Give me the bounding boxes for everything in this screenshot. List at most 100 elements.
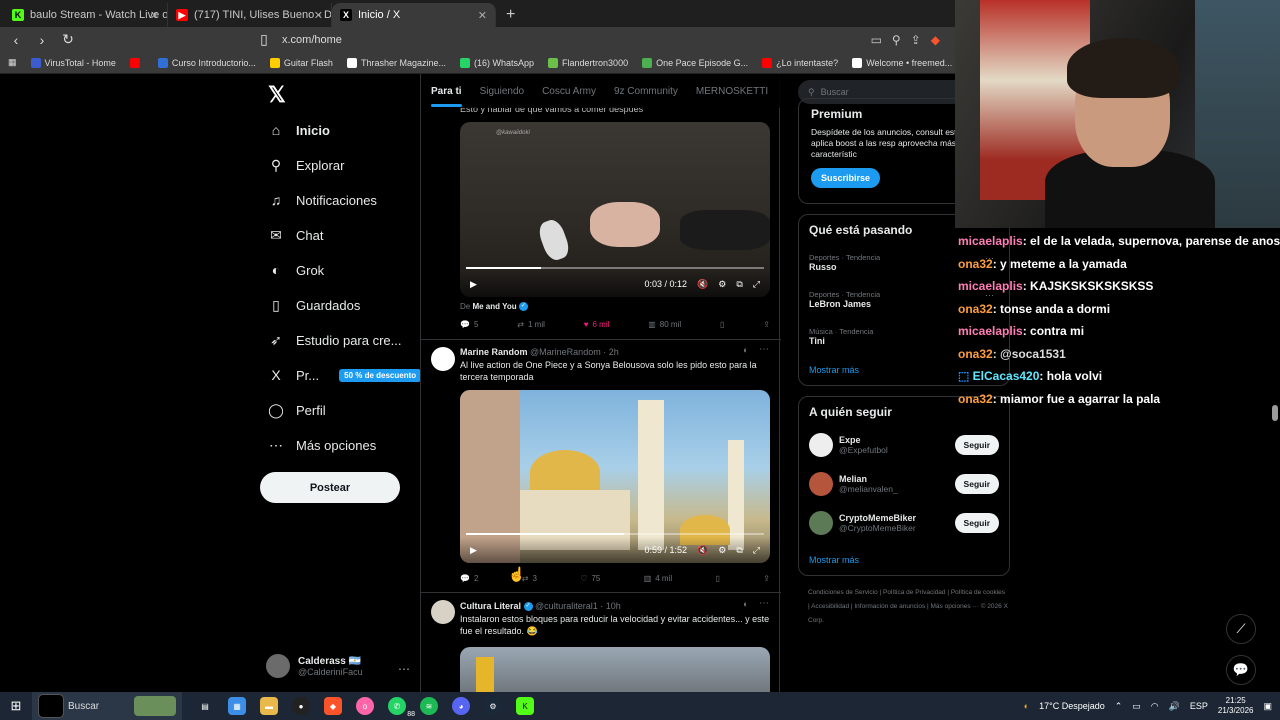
bookmark-page-icon[interactable]: ▯ (256, 31, 272, 48)
new-tab-button[interactable]: + (496, 3, 525, 27)
mute-icon[interactable]: 🔇 (697, 545, 708, 556)
tab-youtube[interactable]: ▶ (717) TINI, Ulises Bueno - Dos Amant ✕ (168, 3, 332, 27)
bookmark-item[interactable]: Flandertron3000 (548, 57, 628, 68)
tab-kick[interactable]: K baulo Stream - Watch Live on Kic ✕ (4, 3, 168, 27)
task-view-icon[interactable]: ▤ (196, 697, 214, 715)
tab-2[interactable]: Siguiendo (480, 86, 524, 97)
chat-username[interactable]: ona32 (958, 347, 993, 361)
fullscreen-icon[interactable]: ⤢ (753, 279, 760, 290)
back-icon[interactable]: ‹ (8, 32, 24, 48)
like-button[interactable]: ♥ 6 mil (584, 320, 610, 329)
follow-button[interactable]: Seguir (954, 513, 999, 533)
avatar[interactable] (431, 347, 455, 371)
trend-item[interactable]: Deportes · Tendencia Russo ⋯ (809, 253, 994, 272)
sidebar-item-chat[interactable]: ✉ Chat (268, 227, 323, 243)
tweet-image[interactable] (460, 647, 770, 692)
repost-button[interactable]: ⇄ 1 mil (517, 320, 545, 329)
more-icon[interactable]: ⋯ (398, 662, 410, 676)
messages-float-button[interactable]: 💬 (1226, 655, 1256, 685)
windows-start-icon[interactable]: ⊞ (0, 692, 32, 720)
zoom-icon[interactable]: ⚲ (892, 33, 901, 47)
follow-suggestion[interactable]: CryptoMemeBiker @CryptoMemeBiker Seguir (809, 511, 999, 535)
whatsapp-icon[interactable]: ✆ 88 (388, 697, 416, 718)
close-icon[interactable]: ✕ (150, 9, 159, 22)
apps-grid-icon[interactable]: ▦ (8, 57, 17, 68)
video-progress[interactable] (466, 533, 764, 535)
sidebar-item-estudio-para-cre[interactable]: ➶ Estudio para cre... (268, 332, 401, 348)
share-icon[interactable]: ⇪ (763, 320, 770, 329)
brave-icon[interactable]: ◆ (931, 33, 940, 47)
share-icon[interactable]: ⇪ (763, 574, 770, 583)
fullscreen-icon[interactable]: ⤢ (753, 545, 760, 556)
play-icon[interactable]: ▶ (470, 545, 477, 556)
steam-icon[interactable]: ⚙ (484, 697, 502, 715)
wifi-icon[interactable]: ◠ (1151, 701, 1159, 712)
tab-3[interactable]: Coscu Army (542, 86, 596, 97)
bookmark-item[interactable]: ¿Lo intentaste? (762, 57, 838, 68)
notification-icon[interactable]: ▣ (1263, 701, 1272, 712)
tab-4[interactable]: 9z Community (614, 86, 678, 97)
bookmark-item[interactable]: VirusTotal - Home (30, 57, 116, 68)
follow-suggestion[interactable]: Melian @melianvalen_ Seguir (809, 472, 999, 496)
sidebar-item-explorar[interactable]: ⚲ Explorar (268, 157, 345, 173)
pip-icon[interactable]: ⧉ (736, 279, 742, 290)
volume-icon[interactable]: 🔊 (1169, 701, 1180, 712)
chat-username[interactable]: ona32 (958, 302, 993, 316)
grok-float-button[interactable]: ⟋ (1226, 614, 1256, 644)
spotify-icon[interactable]: ≋ (420, 697, 438, 715)
credit-name[interactable]: Me and You (472, 302, 516, 311)
osu-icon[interactable]: o (356, 697, 374, 715)
discord-icon[interactable]: ◕ (452, 697, 470, 715)
video-player[interactable]: @kawaiidoki ▶ 0:03 / 0:12 🔇 ⚙ ⧉ ⤢ (460, 122, 770, 297)
sidebar-item-pr[interactable]: X Pr... 50 % de descuento (268, 367, 422, 383)
more-icon[interactable]: ⋯ (759, 598, 769, 609)
file-explorer-icon[interactable]: ▬ (260, 697, 278, 715)
bookmark-item[interactable]: Curso Introductorio... (157, 57, 256, 68)
video-progress[interactable] (466, 267, 764, 269)
sidebar-item-perfil[interactable]: ◯ Perfil (268, 402, 325, 418)
video-player[interactable]: ▶ 0:59 / 1:52 🔇 ⚙ ⧉ ⤢ (460, 390, 770, 563)
url-text[interactable]: x.com/home (282, 34, 342, 46)
bookmark-icon[interactable]: ▯ (720, 320, 724, 329)
like-button[interactable]: ♡ 75 (580, 574, 600, 583)
bookmark-item[interactable]: One Pace Episode G... (642, 57, 748, 68)
network-icon[interactable]: ▭ (1132, 701, 1141, 712)
taskbar-search[interactable]: Buscar (32, 692, 182, 720)
chat-username[interactable]: ElCacas420 (973, 369, 1040, 383)
follow-suggestion[interactable]: Expe @Expefutbol Seguir (809, 433, 999, 457)
trend-item[interactable]: Música · Tendencia Tini ⋯ (809, 327, 994, 346)
settings-icon[interactable]: ⚙ (718, 545, 726, 556)
views-button[interactable]: ▥ 4 mil (644, 574, 672, 583)
mute-icon[interactable]: 🔇 (697, 279, 708, 290)
sidebar-item-guardados[interactable]: ▯ Guardados (268, 297, 360, 313)
store-icon[interactable]: ▦ (228, 697, 246, 715)
bookmark-item[interactable]: Guitar Flash (269, 57, 333, 68)
reload-icon[interactable]: ↻ (60, 31, 76, 48)
sidebar-item-notificaciones[interactable]: ♫ Notificaciones (268, 192, 377, 208)
play-icon[interactable]: ▶ (470, 279, 477, 290)
show-more-link[interactable]: Mostrar más (809, 555, 859, 565)
chat-username[interactable]: micaelaplis (958, 234, 1023, 248)
account-switcher[interactable]: Calderass 🇦🇷 @CalderiniFacu (266, 654, 363, 678)
trend-item[interactable]: Deportes · Tendencia LeBron James ⋯ (809, 290, 994, 309)
tab-5[interactable]: MERNOSKETTI (696, 86, 768, 97)
bookmark-item[interactable]: (16) WhatsApp (460, 57, 534, 68)
footer-links[interactable]: Condiciones de Servicio | Política de Pr… (808, 586, 1008, 628)
sidebar-item-m-s-opciones[interactable]: ⋯ Más opciones (268, 437, 376, 453)
clock[interactable]: 21:25 21/3/2026 (1218, 696, 1254, 716)
bookmark-item[interactable]: Thrasher Magazine... (346, 57, 446, 68)
settings-icon[interactable]: ⚙ (718, 279, 726, 290)
share-icon[interactable]: ⇪ (911, 33, 921, 47)
chat-username[interactable]: micaelaplis (958, 279, 1023, 293)
chat-username[interactable]: ona32 (958, 257, 993, 271)
views-button[interactable]: ▥ 80 mil (648, 320, 681, 329)
sidebar-item-grok[interactable]: ◐ Grok (268, 262, 324, 278)
tab-x[interactable]: X Inicio / X ✕ (332, 3, 496, 27)
close-icon[interactable]: ✕ (478, 9, 487, 22)
post-button[interactable]: Postear (260, 472, 400, 503)
reply-button[interactable]: 💬 5 (460, 320, 478, 329)
more-icon[interactable]: ⋯ (759, 344, 769, 355)
show-more-link[interactable]: Mostrar más (809, 365, 859, 375)
author-name[interactable]: Marine Random (460, 347, 528, 357)
screen-icon[interactable]: ▭ (871, 33, 882, 47)
